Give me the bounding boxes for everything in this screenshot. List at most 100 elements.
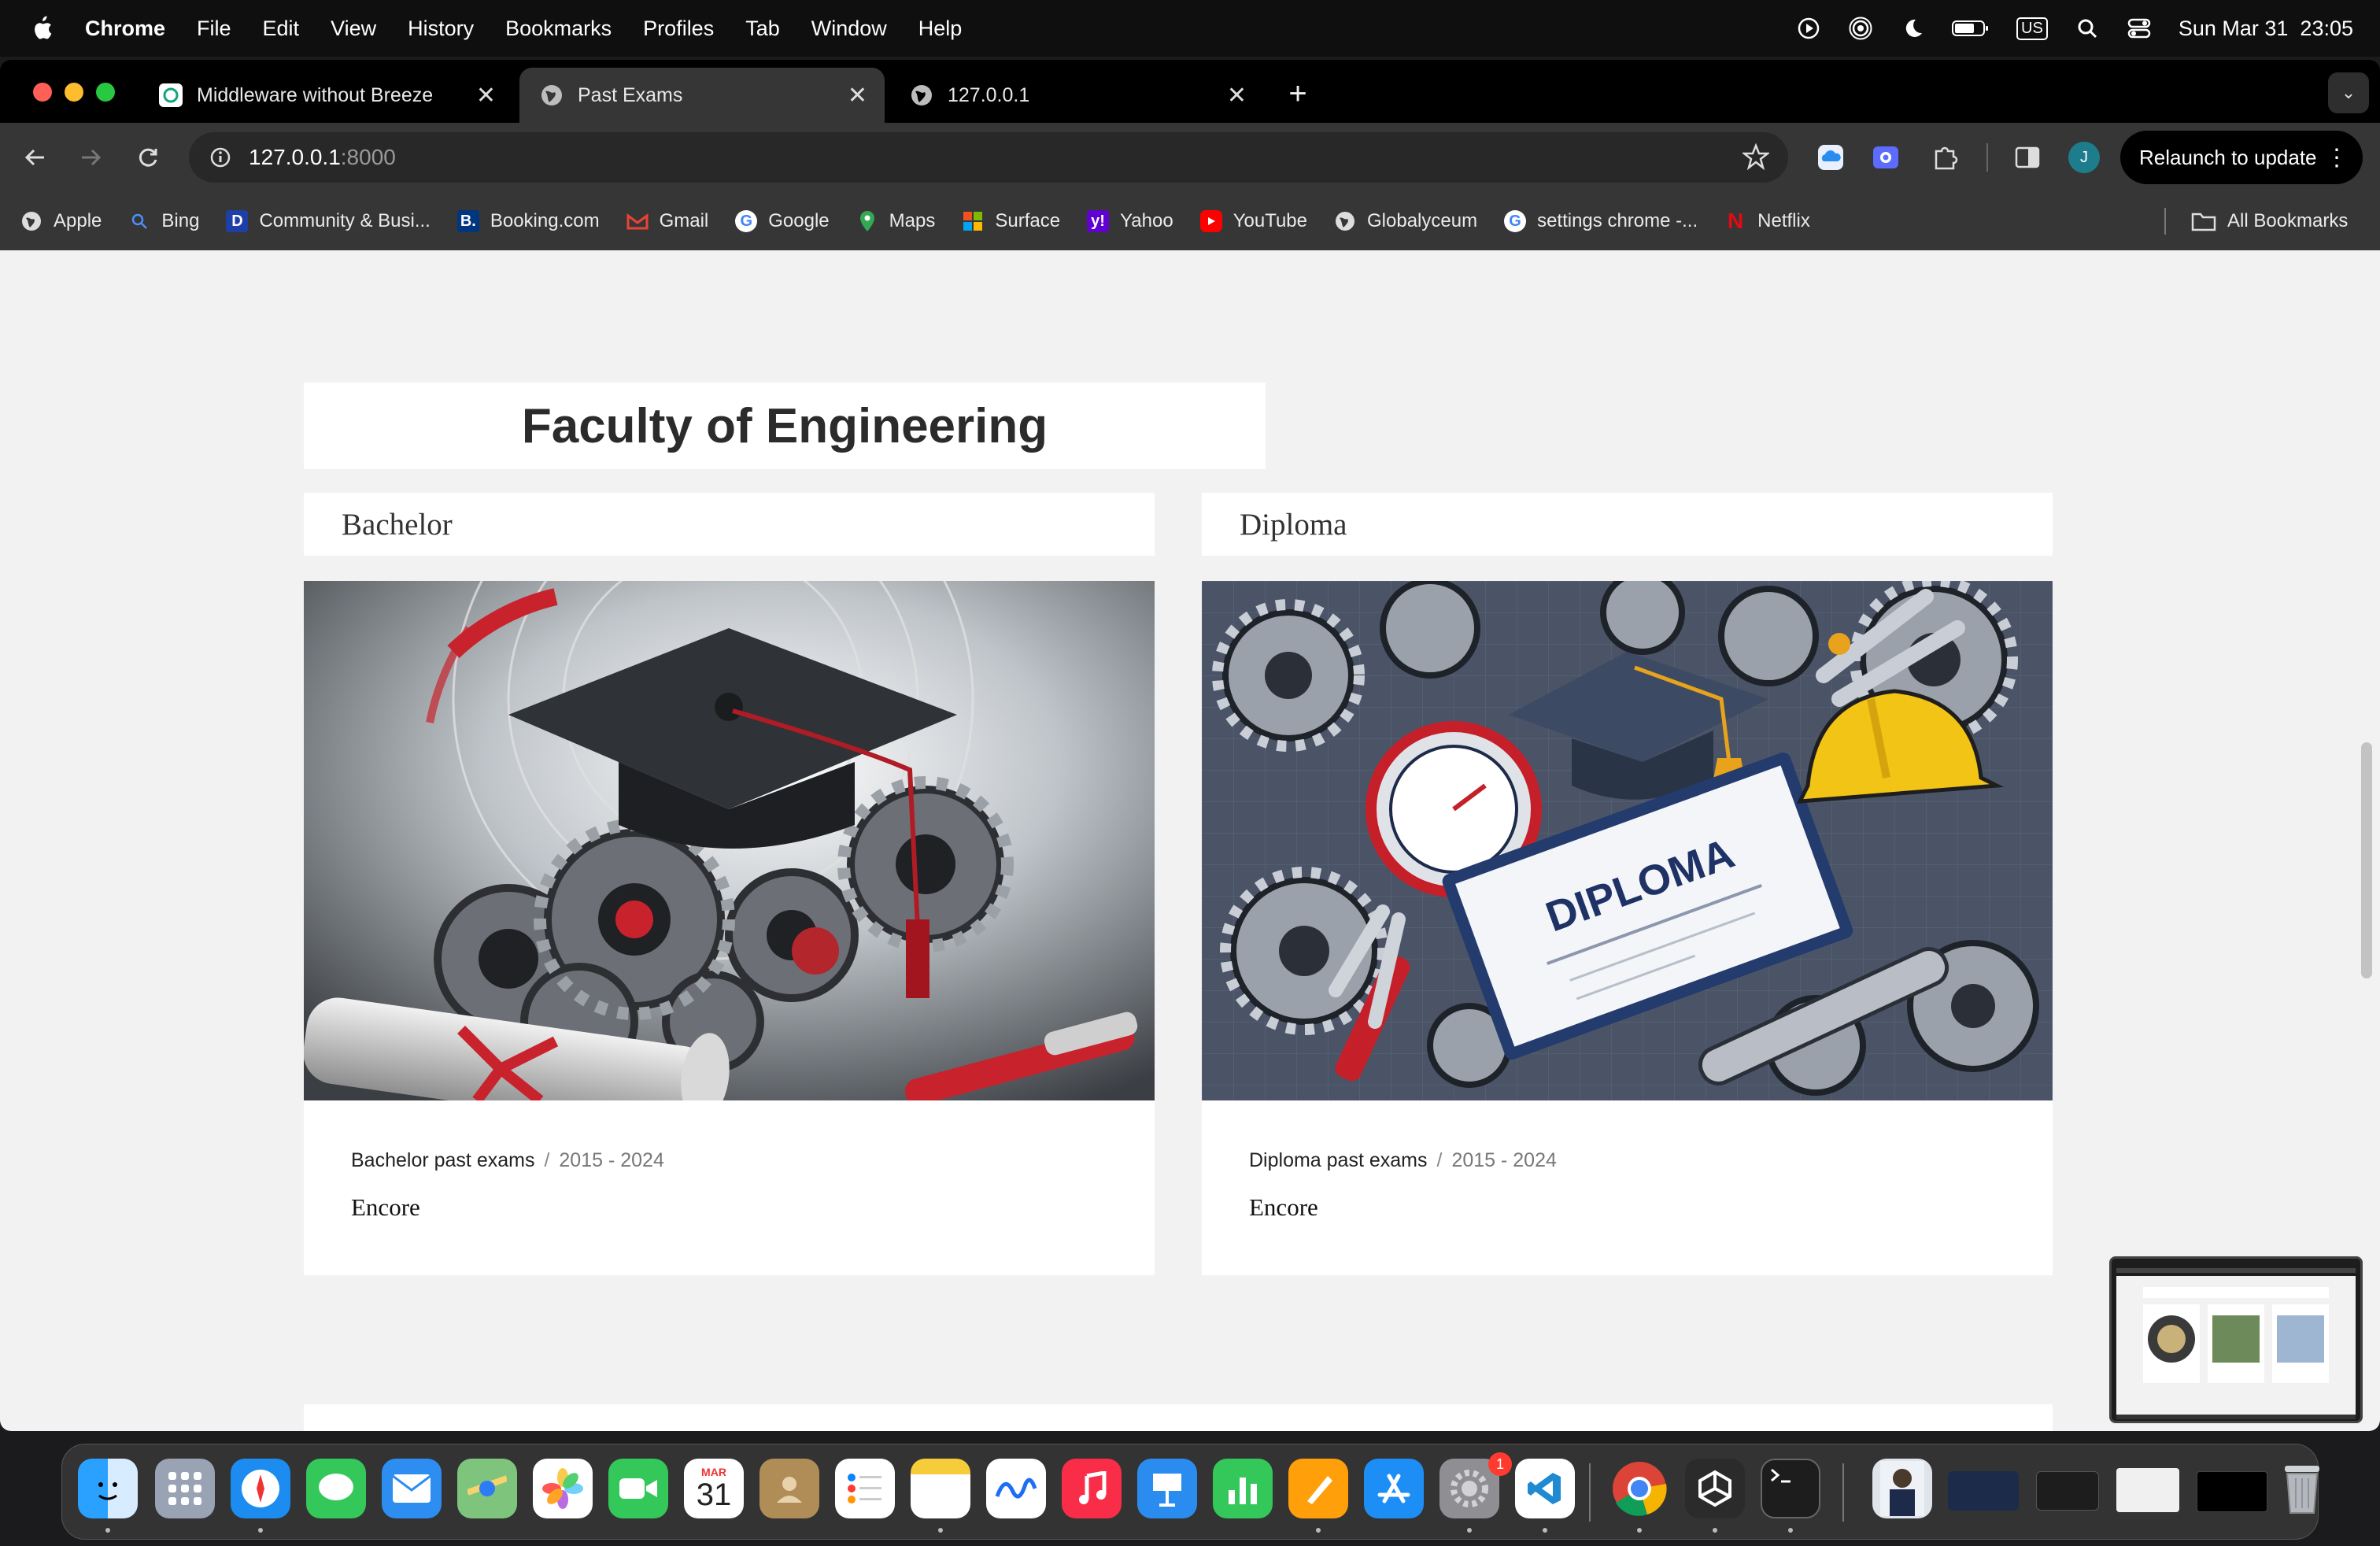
play-icon[interactable] — [1796, 17, 1821, 40]
diploma-past-exams-link[interactable]: Diploma past exams — [1249, 1149, 1427, 1171]
chrome-icon[interactable] — [1609, 1459, 1669, 1518]
bookmark-globalyceum[interactable]: Globalyceum — [1334, 210, 1477, 232]
finder-icon[interactable] — [78, 1459, 138, 1518]
bookmark-maps[interactable]: Maps — [856, 210, 935, 232]
tab-search-button[interactable]: ⌄ — [2328, 72, 2369, 113]
menu-profiles[interactable]: Profiles — [643, 17, 714, 41]
app-store-icon[interactable] — [1364, 1459, 1424, 1518]
tab-middleware[interactable]: Middleware without Breeze ✕ — [139, 68, 513, 123]
calendar-icon[interactable]: MAR 31 — [684, 1459, 744, 1518]
bookmark-yahoo[interactable]: y! Yahoo — [1087, 210, 1173, 232]
freeform-icon[interactable] — [986, 1459, 1046, 1518]
page-scrollbar[interactable] — [2361, 742, 2372, 978]
bookmark-netflix[interactable]: N Netflix — [1724, 209, 1810, 233]
reload-button[interactable] — [131, 140, 165, 175]
menu-history[interactable]: History — [408, 17, 474, 41]
music-icon[interactable] — [1062, 1459, 1122, 1518]
control-center-icon[interactable] — [2127, 17, 2152, 40]
all-bookmarks-button[interactable]: All Bookmarks — [2191, 192, 2348, 250]
globe-icon — [1334, 210, 1356, 232]
bookmark-gmail[interactable]: Gmail — [626, 210, 708, 232]
bookmark-apple[interactable]: Apple — [20, 210, 102, 232]
bookmark-star-icon[interactable] — [1741, 142, 1771, 174]
bachelor-past-exams-link[interactable]: Bachelor past exams — [351, 1149, 534, 1171]
relaunch-to-update-button[interactable]: Relaunch to update ⋮ — [2120, 131, 2363, 184]
more-options-icon[interactable]: ⋮ — [2325, 144, 2349, 172]
bookmark-community[interactable]: D Community & Busi... — [226, 210, 431, 232]
back-button[interactable] — [17, 140, 52, 175]
minimize-window-button[interactable] — [65, 83, 83, 102]
profile-avatar[interactable]: J — [2068, 142, 2100, 173]
focus-moon-icon[interactable] — [1900, 17, 1925, 40]
tab-past-exams[interactable]: Past Exams ✕ — [519, 68, 885, 123]
cloud-extension-icon[interactable] — [1813, 140, 1848, 175]
bookmark-label: settings chrome -... — [1537, 210, 1698, 231]
keyboard-input-badge[interactable]: US — [2016, 17, 2048, 40]
running-indicator — [258, 1528, 263, 1533]
launchpad-icon[interactable] — [155, 1459, 215, 1518]
photos-icon[interactable] — [533, 1459, 593, 1518]
menu-tab[interactable]: Tab — [745, 17, 780, 41]
menu-view[interactable]: View — [331, 17, 376, 41]
maps-app-icon[interactable] — [457, 1459, 517, 1518]
menu-clock[interactable]: Sun Mar 31 23:05 — [2179, 17, 2353, 41]
diploma-engineering-image[interactable]: DIPLOMA — [1202, 581, 2053, 1100]
screenshot-thumbnail[interactable] — [2109, 1256, 2363, 1423]
pages-icon[interactable] — [1288, 1459, 1348, 1518]
vscode-icon[interactable] — [1515, 1459, 1575, 1518]
bookmark-google[interactable]: G Google — [735, 210, 830, 232]
menu-app-name[interactable]: Chrome — [85, 17, 165, 41]
bookmark-youtube[interactable]: YouTube — [1199, 210, 1307, 232]
close-tab-icon[interactable]: ✕ — [1227, 82, 1247, 109]
running-indicator — [1788, 1528, 1793, 1533]
tab-localhost[interactable]: 127.0.0.1 ✕ — [889, 68, 1264, 123]
zoom-window-button[interactable] — [96, 83, 115, 102]
close-tab-icon[interactable]: ✕ — [848, 82, 867, 109]
forward-button[interactable] — [74, 140, 109, 175]
reminders-icon[interactable] — [835, 1459, 895, 1518]
site-info-icon[interactable] — [203, 140, 238, 175]
menu-help[interactable]: Help — [918, 17, 963, 41]
notes-icon[interactable] — [911, 1459, 970, 1518]
minimized-window-1[interactable] — [1948, 1471, 2019, 1511]
menu-file[interactable]: File — [197, 17, 231, 41]
bookmark-surface[interactable]: Surface — [962, 210, 1060, 232]
next-section-edge — [304, 1404, 2053, 1431]
airdrop-icon[interactable] — [1848, 17, 1873, 40]
terminal-icon[interactable] — [1761, 1459, 1820, 1518]
close-tab-icon[interactable]: ✕ — [476, 82, 496, 109]
messages-icon[interactable] — [306, 1459, 366, 1518]
safari-icon[interactable] — [231, 1459, 290, 1518]
unity-icon[interactable] — [1685, 1459, 1745, 1518]
new-tab-button[interactable]: + — [1278, 74, 1318, 113]
extensions-puzzle-icon[interactable] — [1928, 140, 1963, 175]
bachelor-illustration — [304, 581, 1155, 1100]
apple-menu-icon[interactable] — [30, 15, 54, 42]
bookmark-settings-chrome[interactable]: Gsettings chrome -... — [1504, 210, 1698, 232]
screen-capture-extension-icon[interactable] — [1868, 140, 1903, 175]
macos-dock: MAR 31 1 — [61, 1444, 2319, 1540]
close-window-button[interactable] — [33, 83, 52, 102]
running-indicator — [1543, 1528, 1547, 1533]
menu-window[interactable]: Window — [811, 17, 887, 41]
bookmark-bing[interactable]: Bing — [128, 210, 199, 232]
trash-icon[interactable] — [2272, 1459, 2332, 1518]
minimized-window-2[interactable] — [2036, 1471, 2099, 1511]
side-panel-icon[interactable] — [2010, 140, 2045, 175]
facetime-icon[interactable] — [608, 1459, 668, 1518]
menu-edit[interactable]: Edit — [263, 17, 300, 41]
numbers-icon[interactable] — [1213, 1459, 1273, 1518]
battery-icon[interactable] — [1952, 17, 1990, 40]
recent-document-thumbnail[interactable] — [1872, 1459, 1932, 1518]
menu-bookmarks[interactable]: Bookmarks — [505, 17, 612, 41]
contacts-icon[interactable] — [759, 1459, 819, 1518]
bookmarks-bar: Apple Bing D Community & Busi... B. Bookin… — [0, 192, 2380, 250]
spotlight-search-icon[interactable] — [2075, 17, 2100, 40]
mail-icon[interactable] — [382, 1459, 442, 1518]
minimized-window-4[interactable] — [2197, 1471, 2267, 1512]
bookmark-booking[interactable]: B. Booking.com — [456, 210, 600, 232]
address-bar[interactable]: 127.0.0.1:8000 — [189, 132, 1788, 183]
minimized-window-3[interactable] — [2116, 1468, 2179, 1512]
bachelor-engineering-image[interactable] — [304, 581, 1155, 1100]
keynote-icon[interactable] — [1137, 1459, 1197, 1518]
